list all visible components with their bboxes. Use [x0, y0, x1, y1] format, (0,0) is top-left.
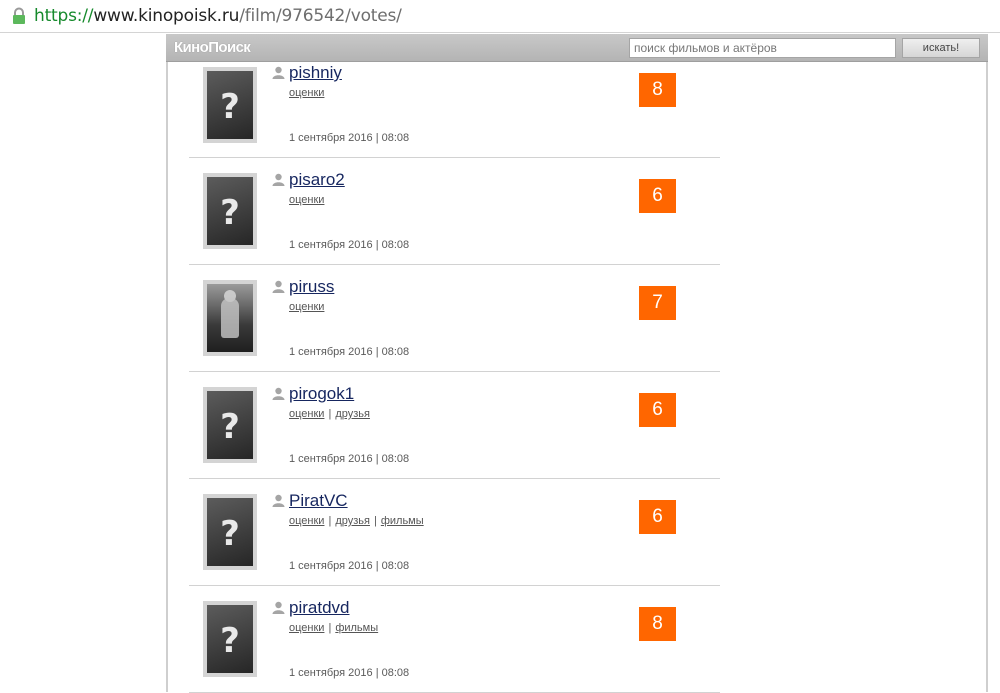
- user-icon: [272, 173, 285, 186]
- films-link[interactable]: фильмы: [335, 622, 378, 634]
- url-scheme: https://: [34, 6, 94, 26]
- vote-row: ? pirogok1 оценки | друзья 1 сентября 2016…: [189, 372, 720, 479]
- avatar-placeholder-icon: ?: [207, 605, 253, 673]
- ratings-link[interactable]: оценки: [289, 408, 324, 420]
- vote-row: piruss оценки 1 сентября 2016 | 08:08 7: [189, 265, 720, 372]
- score-badge: 6: [639, 179, 676, 213]
- score-badge: 8: [639, 607, 676, 641]
- url-path: /film/976542/votes/: [239, 6, 402, 26]
- friends-link[interactable]: друзья: [335, 515, 370, 527]
- user-links: оценки | фильмы: [289, 621, 378, 635]
- vote-row: ? piratdvd оценки | фильмы 1 сентября 2016…: [189, 586, 720, 693]
- user-icon: [272, 494, 285, 507]
- user-links: оценки: [289, 193, 324, 207]
- vote-date: 1 сентября 2016 | 08:08: [289, 667, 410, 679]
- avatar-placeholder-icon: ?: [207, 391, 253, 459]
- score-badge: 6: [639, 393, 676, 427]
- site-logo[interactable]: КиноПоиск: [174, 39, 251, 56]
- vote-date: 1 сентября 2016 | 08:08: [289, 560, 410, 572]
- username-link[interactable]: piratdvd: [289, 598, 349, 618]
- username-link[interactable]: pisaro2: [289, 170, 345, 190]
- url-host: www.kinopoisk.ru: [93, 6, 240, 26]
- vote-row: ? PiratVC оценки | друзья | фильмы 1 сентябр…: [189, 479, 720, 586]
- user-links: оценки: [289, 86, 324, 100]
- ratings-link[interactable]: оценки: [289, 622, 324, 634]
- search-input[interactable]: поиск фильмов и актёров: [629, 38, 896, 58]
- url-text[interactable]: https://www.kinopoisk.ru/film/976542/vot…: [34, 6, 402, 26]
- browser-address-bar[interactable]: https://www.kinopoisk.ru/film/976542/vot…: [0, 0, 1000, 33]
- vote-row: ? pishniy оценки 1 сентября 2016 | 08:08…: [189, 62, 720, 158]
- username-link[interactable]: PiratVC: [289, 491, 348, 511]
- search-button[interactable]: искать!: [902, 38, 980, 58]
- username-link[interactable]: pirogok1: [289, 384, 354, 404]
- avatar-photo: [207, 284, 253, 352]
- vote-row: ? pisaro2 оценки 1 сентября 2016 | 08:08…: [189, 158, 720, 265]
- link-separator: |: [373, 515, 377, 527]
- avatar[interactable]: ?: [203, 173, 257, 249]
- vote-date: 1 сентября 2016 | 08:08: [289, 239, 410, 251]
- avatar-placeholder-icon: ?: [207, 71, 253, 139]
- link-separator: |: [328, 408, 332, 420]
- user-links: оценки | друзья | фильмы: [289, 514, 424, 528]
- friends-link[interactable]: друзья: [335, 408, 370, 420]
- site-header: КиноПоиск поиск фильмов и актёров искать…: [166, 34, 988, 62]
- user-links: оценки: [289, 300, 324, 314]
- lock-icon: [13, 7, 25, 24]
- ratings-link[interactable]: оценки: [289, 301, 324, 313]
- username-link[interactable]: pishniy: [289, 63, 342, 83]
- vote-date: 1 сентября 2016 | 08:08: [289, 453, 410, 465]
- link-separator: |: [328, 622, 332, 634]
- score-badge: 6: [639, 500, 676, 534]
- user-icon: [272, 280, 285, 293]
- user-icon: [272, 601, 285, 614]
- vote-date: 1 сентября 2016 | 08:08: [289, 346, 410, 358]
- link-separator: |: [328, 515, 332, 527]
- avatar[interactable]: ?: [203, 387, 257, 463]
- user-icon: [272, 387, 285, 400]
- votes-list: ? pishniy оценки 1 сентября 2016 | 08:08…: [189, 62, 720, 693]
- username-link[interactable]: piruss: [289, 277, 334, 297]
- avatar[interactable]: ?: [203, 67, 257, 143]
- avatar[interactable]: ?: [203, 601, 257, 677]
- score-badge: 8: [639, 73, 676, 107]
- score-badge: 7: [639, 286, 676, 320]
- avatar-placeholder-icon: ?: [207, 177, 253, 245]
- avatar-placeholder-icon: ?: [207, 498, 253, 566]
- avatar[interactable]: ?: [203, 494, 257, 570]
- ratings-link[interactable]: оценки: [289, 515, 324, 527]
- films-link[interactable]: фильмы: [381, 515, 424, 527]
- user-links: оценки | друзья: [289, 407, 370, 421]
- user-icon: [272, 66, 285, 79]
- ratings-link[interactable]: оценки: [289, 87, 324, 99]
- page-gutter: [0, 34, 166, 692]
- vote-date: 1 сентября 2016 | 08:08: [289, 132, 410, 144]
- avatar[interactable]: [203, 280, 257, 356]
- ratings-link[interactable]: оценки: [289, 194, 324, 206]
